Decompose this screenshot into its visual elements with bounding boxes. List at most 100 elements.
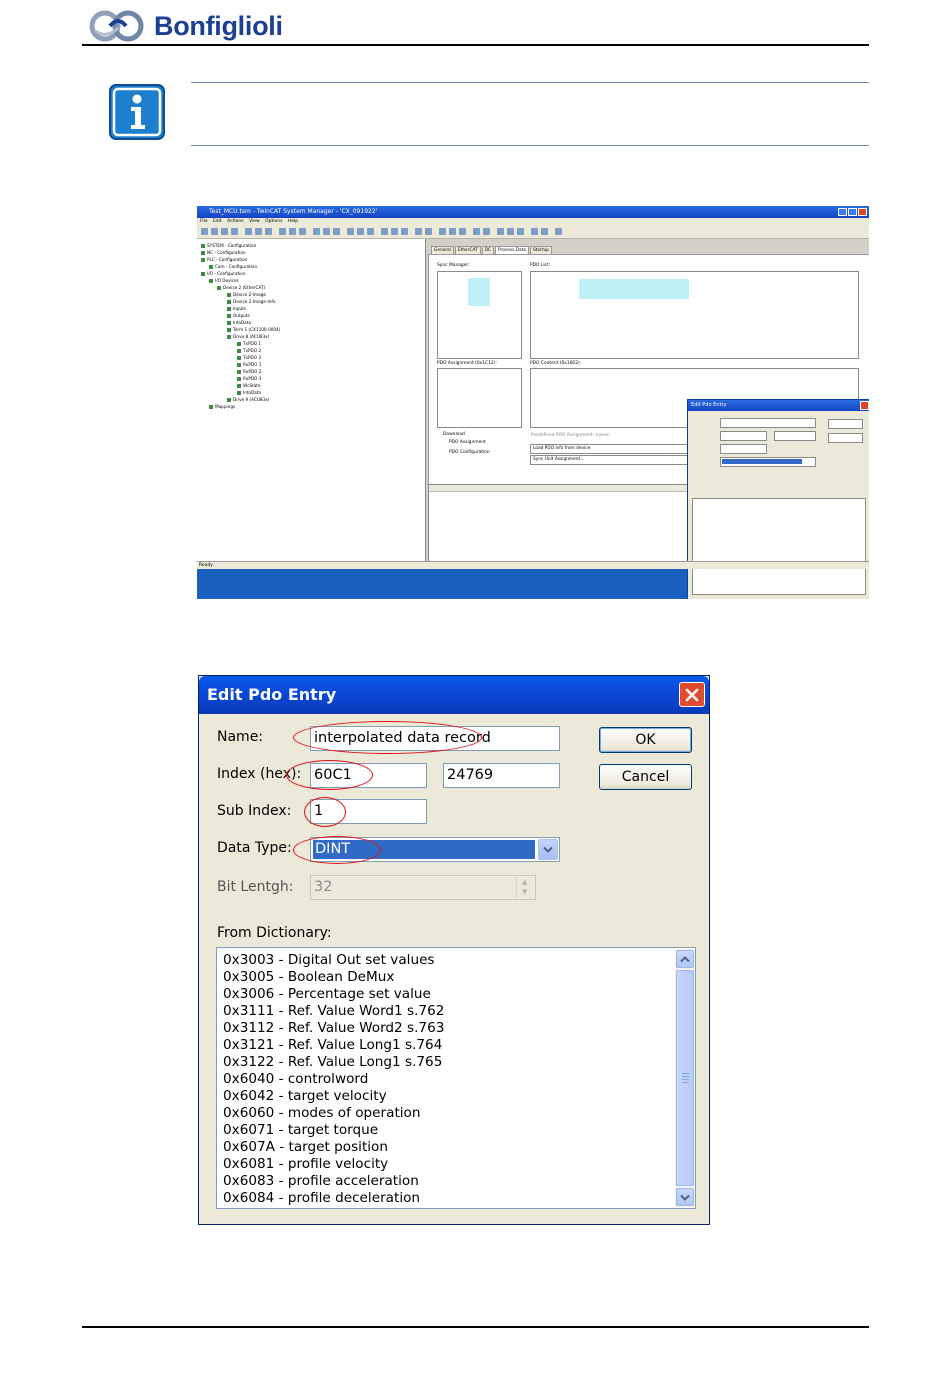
scroll-down-button[interactable] bbox=[676, 1188, 694, 1206]
tree-item[interactable]: TxPDO 1 bbox=[237, 341, 261, 346]
list-item[interactable]: 0x3005 - Boolean DeMux bbox=[223, 969, 394, 986]
subindex-input[interactable]: 1 bbox=[310, 799, 427, 824]
tree-item[interactable]: Mappings bbox=[209, 404, 235, 409]
mini-close-icon[interactable] bbox=[860, 401, 869, 410]
close-icon[interactable] bbox=[858, 208, 867, 216]
list-item[interactable]: 0x607A - target position bbox=[223, 1139, 388, 1156]
pdo-list[interactable] bbox=[530, 271, 859, 359]
sync-manager-list[interactable] bbox=[437, 271, 522, 359]
bitlength-label: Bit Lentgh: bbox=[217, 879, 294, 895]
predefined-assignment[interactable]: Predefined PDO Assignment: (none) bbox=[531, 433, 610, 438]
dialog-titlebar: Edit Pdo Entry bbox=[199, 676, 709, 714]
list-item[interactable]: 0x6083 - profile acceleration bbox=[223, 1173, 419, 1190]
list-item[interactable]: 0x3121 - Ref. Value Long1 s.764 bbox=[223, 1037, 442, 1054]
maximize-icon[interactable] bbox=[848, 208, 857, 216]
list-item[interactable]: 0x3111 - Ref. Value Word1 s.762 bbox=[223, 1003, 444, 1020]
list-item[interactable]: 0x6042 - target velocity bbox=[223, 1088, 387, 1105]
load-pdo-button[interactable]: Load PDO info from device bbox=[530, 444, 689, 454]
dictionary-scrollbar[interactable] bbox=[675, 949, 695, 1207]
info-rule-top bbox=[191, 82, 869, 83]
bonfiglioli-logo: Bonfiglioli bbox=[88, 8, 283, 44]
list-item[interactable]: 0x6084 - profile deceleration bbox=[223, 1190, 420, 1207]
datatype-select[interactable]: DINT bbox=[310, 837, 560, 862]
config-tree[interactable]: SYSTEM - Configuration NC - Configuratio… bbox=[197, 239, 426, 561]
tree-item[interactable]: InfoData bbox=[237, 390, 261, 395]
tree-item[interactable]: SYSTEM - Configuration bbox=[201, 243, 256, 248]
dictionary-list[interactable]: 0x3003 - Digital Out set values 0x3005 -… bbox=[216, 947, 696, 1209]
header-rule bbox=[82, 44, 869, 46]
bitlength-spinner: ▲ ▼ bbox=[516, 877, 534, 898]
tree-item[interactable]: I/O - Configuration bbox=[201, 271, 246, 276]
tree-item[interactable]: I/O Devices bbox=[209, 278, 239, 283]
mini-index-dec-field[interactable] bbox=[774, 431, 816, 441]
list-item[interactable]: 0x3112 - Ref. Value Word2 s.763 bbox=[223, 1020, 444, 1037]
sync-unit-button[interactable]: Sync Unit Assignment... bbox=[530, 455, 689, 465]
toolbar[interactable] bbox=[197, 226, 869, 239]
tab-dc[interactable]: DC bbox=[481, 246, 495, 254]
menu-bar[interactable]: File Edit Actions View Options Help bbox=[197, 218, 869, 226]
tree-item[interactable]: Device 2 (EtherCAT) bbox=[217, 285, 265, 290]
tree-item[interactable]: Device 2-Image bbox=[227, 292, 266, 297]
list-item[interactable]: 0x3006 - Percentage set value bbox=[223, 986, 431, 1003]
scroll-thumb[interactable] bbox=[676, 970, 694, 1186]
pdo-list-label: PDO List: bbox=[530, 263, 551, 268]
window-buttons[interactable] bbox=[838, 208, 867, 216]
list-item[interactable]: 0x6060 - modes of operation bbox=[223, 1105, 420, 1122]
mini-ok-button[interactable] bbox=[828, 419, 863, 429]
tree-item[interactable]: Device 2-Image-Info bbox=[227, 299, 275, 304]
twincat-screenshot: Test_MCU.tsm - TwinCAT System Manager - … bbox=[197, 206, 869, 599]
pdo-configuration-check[interactable]: PDO Configuration bbox=[449, 450, 490, 455]
tab-startup[interactable]: Startup bbox=[529, 246, 552, 254]
pdo-assignment-label: PDO Assignment (0x1C12): bbox=[437, 361, 497, 366]
info-rule-bottom bbox=[191, 145, 869, 146]
tree-item[interactable]: RxPDO 3 bbox=[237, 376, 261, 381]
subindex-label: Sub Index: bbox=[217, 803, 292, 819]
mini-subindex-field[interactable] bbox=[720, 444, 767, 454]
tree-item[interactable]: Term 1 (CX1100-0004) bbox=[227, 327, 280, 332]
tab-ethercat[interactable]: EtherCAT bbox=[454, 246, 481, 254]
minimize-icon[interactable] bbox=[838, 208, 847, 216]
tree-item[interactable]: Cam - Configuration bbox=[209, 264, 257, 269]
tree-item[interactable]: InfoData bbox=[227, 320, 251, 325]
dropdown-button[interactable] bbox=[538, 839, 558, 860]
variable-list[interactable] bbox=[428, 484, 689, 563]
tab-general[interactable]: General bbox=[431, 246, 454, 254]
tree-item[interactable]: Inputs bbox=[227, 306, 246, 311]
status-bar: Ready bbox=[197, 561, 869, 569]
mini-name-field[interactable] bbox=[720, 418, 816, 428]
brand-name: Bonfiglioli bbox=[154, 10, 283, 41]
list-item[interactable]: 0x6081 - profile velocity bbox=[223, 1156, 388, 1173]
tree-item[interactable]: PLC - Configuration bbox=[201, 257, 247, 262]
pdo-content-label: PDO Content (0x1602): bbox=[530, 361, 582, 366]
index-decimal-input[interactable]: 24769 bbox=[443, 763, 560, 788]
pdo-assignment-list[interactable] bbox=[437, 368, 522, 428]
tree-item[interactable]: NC - Configuration bbox=[201, 250, 246, 255]
mini-datatype-field[interactable] bbox=[720, 457, 816, 467]
tab-process-data[interactable]: Process Data bbox=[495, 246, 529, 254]
scroll-up-button[interactable] bbox=[676, 950, 694, 968]
list-item[interactable]: 0x3122 - Ref. Value Long1 s.765 bbox=[223, 1054, 442, 1071]
tree-item[interactable]: TxPDO 3 bbox=[237, 355, 261, 360]
pdo-assignment-check[interactable]: PDO Assignment bbox=[449, 440, 486, 445]
mini-index-field[interactable] bbox=[720, 431, 767, 441]
tree-item[interactable]: Drive 9 (ACU83x) bbox=[227, 397, 269, 402]
name-input[interactable]: interpolated data record bbox=[310, 726, 560, 751]
ok-button[interactable]: OK bbox=[599, 727, 692, 753]
mini-dictionary-list[interactable] bbox=[692, 498, 866, 595]
tree-item[interactable]: TxPDO 2 bbox=[237, 348, 261, 353]
tree-item[interactable]: RxPDO 1 bbox=[237, 362, 261, 367]
index-hex-input[interactable]: 60C1 bbox=[310, 763, 427, 788]
list-item[interactable]: 0x6040 - controlword bbox=[223, 1071, 368, 1088]
cancel-button[interactable]: Cancel bbox=[599, 764, 692, 790]
tree-item[interactable]: RxPDO 2 bbox=[237, 369, 261, 374]
mini-cancel-button[interactable] bbox=[828, 433, 863, 443]
close-button[interactable] bbox=[679, 682, 705, 707]
process-tabs[interactable]: General EtherCAT DC Process Data Startup bbox=[431, 246, 553, 254]
list-item[interactable]: 0x6071 - target torque bbox=[223, 1122, 378, 1139]
tree-item[interactable]: Outputs bbox=[227, 313, 250, 318]
mini-dialog-title: Edit Pdo Entry bbox=[688, 400, 869, 411]
tree-item[interactable]: Drive 8 (ACU83x) bbox=[227, 334, 269, 339]
chevron-down-icon bbox=[680, 1194, 690, 1201]
list-item[interactable]: 0x3003 - Digital Out set values bbox=[223, 952, 435, 969]
tree-item[interactable]: WcState bbox=[237, 383, 261, 388]
